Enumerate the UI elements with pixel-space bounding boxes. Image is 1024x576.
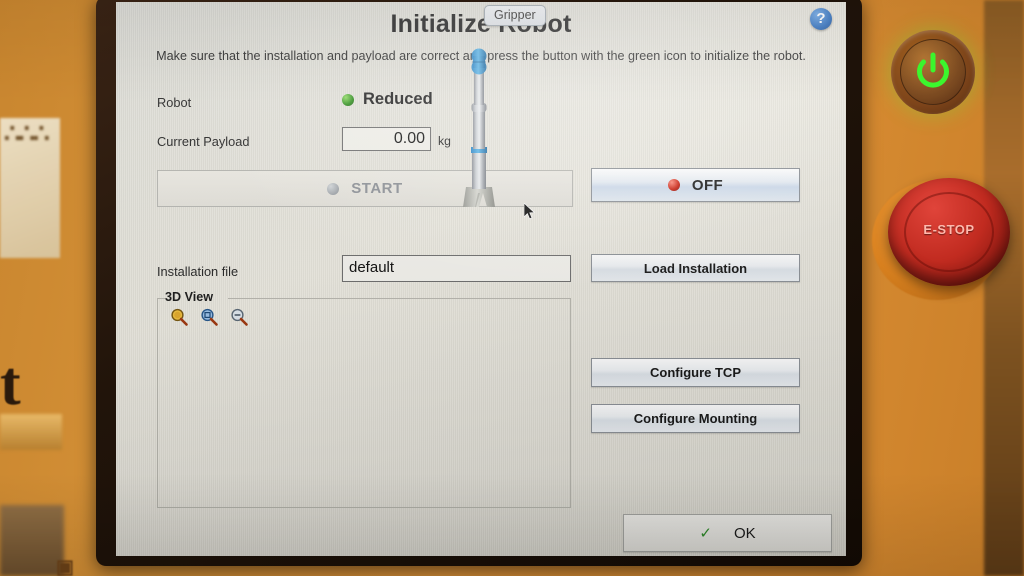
- power-off-button[interactable]: OFF: [591, 168, 800, 202]
- view3d-toolbar: [170, 308, 249, 327]
- configure-mounting-button[interactable]: Configure Mounting: [591, 404, 800, 433]
- page-title: Initialize Robot: [390, 10, 572, 38]
- zoom-fit-icon[interactable]: [200, 308, 219, 327]
- ok-button[interactable]: ✓ OK: [623, 514, 832, 552]
- help-icon[interactable]: ?: [810, 8, 832, 30]
- payload-input[interactable]: 0.00: [342, 127, 431, 151]
- photo-scene: ∴∴∴ t Initialize Robot Gripper ? Make su…: [0, 0, 1024, 576]
- robot-status-text: Reduced: [363, 90, 433, 108]
- installation-file-label: Installation file: [157, 264, 239, 279]
- background-room: [0, 0, 72, 576]
- ok-button-label: OK: [733, 524, 756, 542]
- payload-label: Current Payload: [157, 134, 250, 149]
- off-button-label: OFF: [691, 176, 724, 194]
- initialize-robot-dialog: Initialize Robot Gripper ? Make sure tha…: [116, 2, 846, 556]
- background-sign-text: ∴∴∴: [4, 122, 50, 148]
- estop-label: E-STOP: [923, 222, 975, 237]
- power-button[interactable]: [891, 30, 975, 114]
- power-icon: [911, 50, 955, 94]
- start-button-label: START: [351, 180, 403, 197]
- view3d-title: 3D View: [165, 290, 214, 304]
- background-floor: [0, 505, 64, 576]
- status-indicator-icon: [342, 93, 354, 106]
- view3d-border-right: [228, 298, 571, 299]
- robot-status: Reduced: [342, 90, 433, 109]
- load-installation-button[interactable]: Load Installation: [591, 254, 800, 282]
- pendant-screen: Initialize Robot Gripper ? Make sure tha…: [116, 2, 846, 556]
- background-shelf: [0, 414, 62, 450]
- view3d-panel[interactable]: [157, 298, 571, 508]
- start-indicator-icon: [327, 182, 340, 195]
- payload-unit: kg: [438, 134, 451, 148]
- configure-tcp-button[interactable]: Configure TCP: [591, 358, 800, 387]
- background-right-wall: [984, 0, 1024, 576]
- background-letter: t: [0, 350, 21, 418]
- mouse-cursor: [523, 202, 536, 221]
- installation-file-input[interactable]: default: [342, 255, 571, 282]
- zoom-in-icon[interactable]: [170, 308, 189, 327]
- off-indicator-icon: [667, 179, 680, 191]
- pendant-corner-mark: ▣: [56, 557, 75, 576]
- start-button[interactable]: START: [157, 170, 573, 207]
- gripper-chip[interactable]: Gripper: [484, 5, 546, 26]
- check-icon: ✓: [699, 525, 712, 542]
- zoom-out-icon[interactable]: [230, 308, 249, 327]
- robot-arm-model[interactable]: [456, 47, 502, 207]
- robot-label: Robot: [157, 95, 192, 110]
- emergency-stop-button[interactable]: E-STOP: [888, 178, 1010, 286]
